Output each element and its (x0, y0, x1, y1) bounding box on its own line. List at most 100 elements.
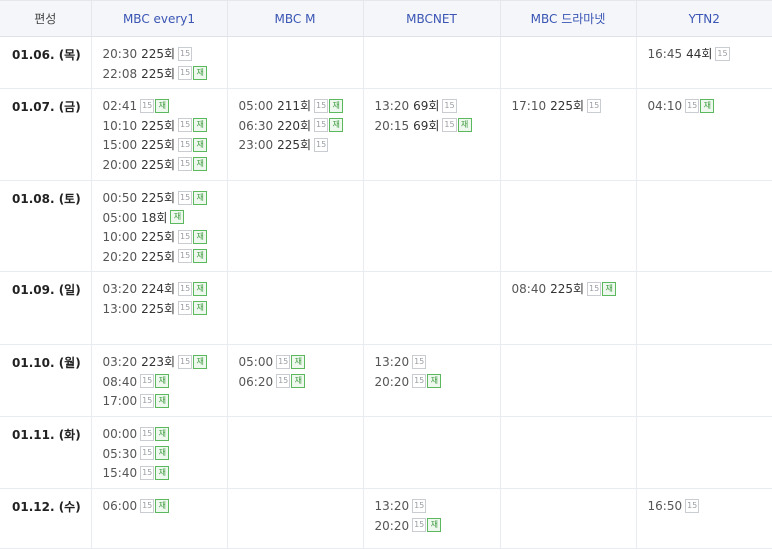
airing-item[interactable]: 23:00225회15 (239, 136, 363, 156)
airing-item[interactable]: 02:4115재 (103, 97, 227, 117)
episode-number: 225회 (141, 158, 175, 172)
broadcast-schedule: 편성 MBC every1 MBC M MBCNET MBC 드라마넷 YTN2… (0, 0, 772, 549)
airing-time: 20:20 (375, 519, 410, 533)
schedule-cell: 06:0015재 (91, 489, 227, 549)
airing-time: 20:30 (103, 47, 138, 61)
age-rating-15-badge: 15 (587, 282, 601, 296)
rerun-badge: 재 (193, 157, 207, 171)
airing-time: 23:00 (239, 138, 274, 152)
header-channel-mbc-m[interactable]: MBC M (227, 1, 363, 37)
schedule-cell: 13:201520:2015재 (363, 489, 500, 549)
episode-number: 224회 (141, 282, 175, 296)
airing-item[interactable]: 06:30220회15재 (239, 117, 363, 137)
schedule-body: 01.06. (목)20:30225회1522:08225회15재16:4544… (0, 37, 772, 549)
airing-item[interactable]: 20:2015재 (375, 517, 500, 537)
header-channel-mbc-every1[interactable]: MBC every1 (91, 1, 227, 37)
age-rating-15-badge: 15 (442, 99, 456, 113)
airing-item[interactable]: 20:30225회15 (103, 45, 227, 65)
age-rating-15-badge: 15 (715, 47, 729, 61)
rerun-badge: 재 (329, 118, 343, 132)
header-channel-mbcnet[interactable]: MBCNET (363, 1, 500, 37)
age-rating-15-badge: 15 (276, 355, 290, 369)
rerun-badge: 재 (170, 210, 184, 224)
airing-item[interactable]: 05:3015재 (103, 445, 227, 465)
rerun-badge: 재 (193, 301, 207, 315)
schedule-row: 01.12. (수)06:0015재13:201520:2015재16:5015 (0, 489, 772, 549)
age-rating-15-badge: 15 (178, 249, 192, 263)
airing-item[interactable]: 15:4015재 (103, 464, 227, 484)
airing-time: 15:40 (103, 466, 138, 480)
age-rating-15-badge: 15 (685, 99, 699, 113)
airing-item[interactable]: 17:10225회15 (512, 97, 636, 117)
airing-time: 08:40 (512, 282, 547, 296)
schedule-row: 01.10. (월)03:20223회15재08:4015재17:0015재05… (0, 345, 772, 417)
age-rating-15-badge: 15 (412, 499, 426, 513)
age-rating-15-badge: 15 (412, 355, 426, 369)
age-rating-15-badge: 15 (178, 66, 192, 80)
airing-item[interactable]: 05:0015재 (239, 353, 363, 373)
age-rating-15-badge: 15 (178, 157, 192, 171)
airing-item[interactable]: 05:00211회15재 (239, 97, 363, 117)
airing-item[interactable]: 17:0015재 (103, 392, 227, 412)
rerun-badge: 재 (193, 355, 207, 369)
episode-number: 225회 (141, 230, 175, 244)
header-channel-mbc-dramanet[interactable]: MBC 드라마넷 (500, 1, 636, 37)
airing-item[interactable]: 20:00225회15재 (103, 156, 227, 176)
airing-item[interactable]: 20:20225회15재 (103, 248, 227, 268)
airing-item[interactable]: 00:50225회15재 (103, 189, 227, 209)
airing-item[interactable]: 10:00225회15재 (103, 228, 227, 248)
age-rating-15-badge: 15 (412, 374, 426, 388)
schedule-cell: 00:0015재05:3015재15:4015재 (91, 417, 227, 489)
airing-item[interactable]: 03:20224회15재 (103, 280, 227, 300)
airing-item[interactable]: 00:0015재 (103, 425, 227, 445)
airing-item[interactable]: 15:00225회15재 (103, 136, 227, 156)
schedule-cell (227, 272, 363, 345)
airing-time: 03:20 (103, 282, 138, 296)
header-channel-ytn2[interactable]: YTN2 (636, 1, 772, 37)
age-rating-15-badge: 15 (178, 191, 192, 205)
rerun-badge: 재 (155, 374, 169, 388)
schedule-cell (636, 417, 772, 489)
airing-time: 17:00 (103, 394, 138, 408)
airing-item[interactable]: 08:40225회15재 (512, 280, 636, 300)
rerun-badge: 재 (193, 138, 207, 152)
airing-item[interactable]: 06:0015재 (103, 497, 227, 517)
airing-time: 06:30 (239, 119, 274, 133)
airing-item[interactable]: 13:2069회15 (375, 97, 500, 117)
airing-item[interactable]: 13:00225회15재 (103, 300, 227, 320)
rerun-badge: 재 (155, 499, 169, 513)
airing-item[interactable]: 13:2015 (375, 497, 500, 517)
airing-item[interactable]: 10:10225회15재 (103, 117, 227, 137)
airing-item[interactable]: 16:4544회15 (648, 45, 772, 65)
airing-item[interactable]: 05:0018회재 (103, 209, 227, 229)
schedule-cell (500, 489, 636, 549)
schedule-cell: 03:20224회15재13:00225회15재 (91, 272, 227, 345)
airing-item[interactable]: 22:08225회15재 (103, 65, 227, 85)
airing-item[interactable]: 20:2015재 (375, 373, 500, 393)
episode-number: 225회 (141, 138, 175, 152)
episode-number: 69회 (413, 119, 439, 133)
schedule-cell (500, 37, 636, 89)
schedule-row: 01.06. (목)20:30225회1522:08225회15재16:4544… (0, 37, 772, 89)
airing-time: 16:45 (648, 47, 683, 61)
airing-item[interactable]: 08:4015재 (103, 373, 227, 393)
episode-number: 220회 (277, 119, 311, 133)
airing-item[interactable]: 03:20223회15재 (103, 353, 227, 373)
airing-time: 02:41 (103, 99, 138, 113)
age-rating-15-badge: 15 (314, 99, 328, 113)
rerun-badge: 재 (193, 249, 207, 263)
airing-item[interactable]: 20:1569회15재 (375, 117, 500, 137)
airing-item[interactable]: 04:1015재 (648, 97, 772, 117)
schedule-cell: 17:10225회15 (500, 89, 636, 181)
airing-item[interactable]: 16:5015 (648, 497, 772, 517)
airing-time: 22:08 (103, 67, 138, 81)
schedule-header: 편성 MBC every1 MBC M MBCNET MBC 드라마넷 YTN2 (0, 1, 772, 37)
schedule-cell (636, 181, 772, 272)
schedule-cell: 16:5015 (636, 489, 772, 549)
schedule-cell (500, 417, 636, 489)
airing-item[interactable]: 13:2015 (375, 353, 500, 373)
age-rating-15-badge: 15 (178, 301, 192, 315)
airing-time: 20:20 (375, 375, 410, 389)
age-rating-15-badge: 15 (178, 47, 192, 61)
airing-item[interactable]: 06:2015재 (239, 373, 363, 393)
